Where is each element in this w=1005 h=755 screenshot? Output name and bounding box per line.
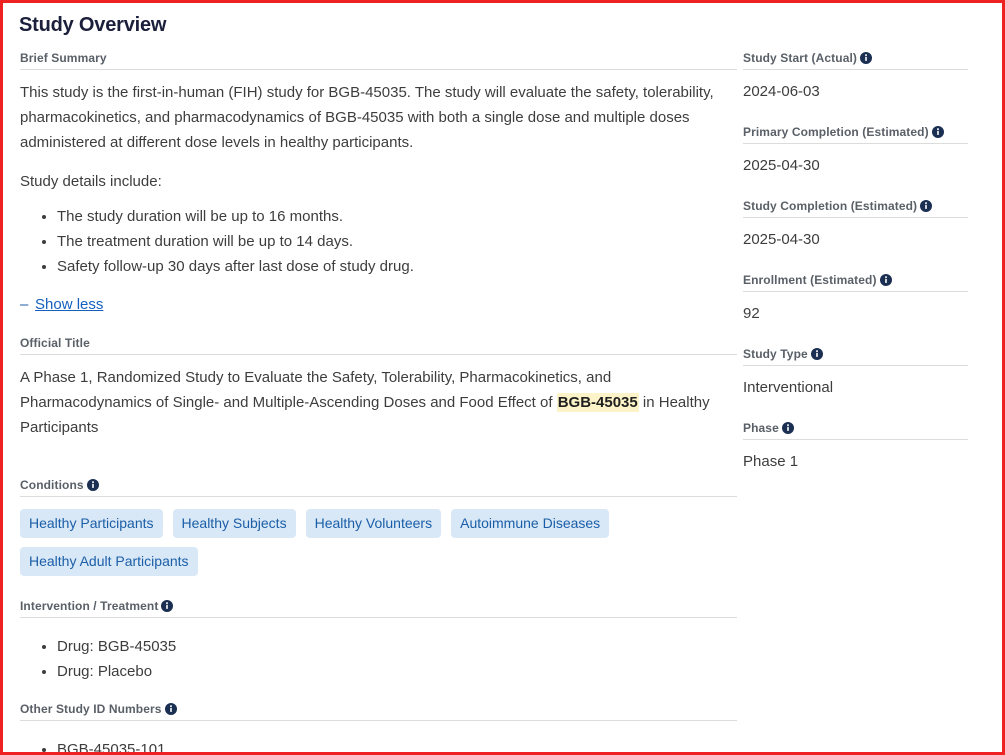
main-details-column: Brief Summary This study is the first-in… <box>3 51 740 752</box>
section-intervention-treatment: Intervention / Treatment Drug: BGB-45035… <box>20 599 740 684</box>
section-conditions: Conditions Healthy Participants Healthy … <box>20 478 740 576</box>
other-study-ids-label: Other Study ID Numbers <box>20 702 737 721</box>
info-icon[interactable] <box>931 126 944 138</box>
info-icon[interactable] <box>161 600 174 612</box>
brief-summary-bullet-list: The study duration will be up to 16 mont… <box>20 204 740 279</box>
fact-value: 2025-04-30 <box>743 231 820 248</box>
condition-tag[interactable]: Autoimmune Diseases <box>451 509 610 538</box>
list-item: Drug: Placebo <box>57 659 740 684</box>
brief-summary-paragraph-2: Study details include: <box>20 173 162 190</box>
info-icon[interactable] <box>920 200 933 212</box>
info-icon[interactable] <box>810 348 823 360</box>
condition-tag[interactable]: Healthy Volunteers <box>305 509 442 538</box>
fact-label: Primary Completion (Estimated) <box>743 125 968 144</box>
list-item: The treatment duration will be up to 14 … <box>57 229 740 254</box>
list-item: The study duration will be up to 16 mont… <box>57 204 740 229</box>
content-columns: Brief Summary This study is the first-in… <box>3 51 1002 752</box>
fact-value: Interventional <box>743 379 834 396</box>
show-less-toggle[interactable]: – Show less <box>20 296 740 313</box>
brief-summary-paragraph-1: This study is the first-in-human (FIH) s… <box>20 84 714 151</box>
fact-primary-completion: Primary Completion (Estimated) 2025-04-3… <box>743 125 981 199</box>
intervention-list: Drug: BGB-45035 Drug: Placebo <box>20 634 740 684</box>
fact-value: 2025-04-30 <box>743 157 820 174</box>
fact-enrollment: Enrollment (Estimated) 92 <box>743 273 981 347</box>
info-icon[interactable] <box>86 479 99 491</box>
fact-label: Study Type <box>743 347 968 366</box>
fact-study-completion: Study Completion (Estimated) 2025-04-30 <box>743 199 981 273</box>
study-facts-column: Study Start (Actual) 2024-06-03 Primary … <box>740 51 995 495</box>
fact-label: Study Start (Actual) <box>743 51 968 70</box>
section-brief-summary: Brief Summary This study is the first-in… <box>20 51 740 313</box>
info-icon[interactable] <box>879 274 892 286</box>
highlighted-drug-code: BGB-45035 <box>556 393 639 412</box>
brief-summary-label: Brief Summary <box>20 51 737 70</box>
fact-study-type: Study Type Interventional <box>743 347 981 421</box>
list-item: BGB-45035-101 <box>57 737 740 752</box>
page-title: Study Overview <box>19 14 167 36</box>
list-item: Safety follow-up 30 days after last dose… <box>57 254 740 279</box>
condition-tag[interactable]: Healthy Adult Participants <box>20 547 198 576</box>
section-other-study-ids: Other Study ID Numbers BGB-45035-101 <box>20 702 740 752</box>
official-title-prefix: A Phase 1, Randomized Study to Evaluate … <box>20 369 612 411</box>
show-less-link[interactable]: Show less <box>35 296 103 313</box>
condition-tag[interactable]: Healthy Participants <box>20 509 163 538</box>
info-icon[interactable] <box>781 422 794 434</box>
fact-value: 2024-06-03 <box>743 83 820 100</box>
other-study-ids-list: BGB-45035-101 <box>20 737 740 752</box>
study-overview-card: Study Overview Brief Summary This study … <box>0 0 1005 755</box>
fact-value: Phase 1 <box>743 453 799 470</box>
minus-icon: – <box>20 296 29 313</box>
fact-study-start: Study Start (Actual) 2024-06-03 <box>743 51 981 125</box>
official-title-text: A Phase 1, Randomized Study to Evaluate … <box>20 365 740 440</box>
fact-phase: Phase Phase 1 <box>743 421 981 495</box>
list-item: Drug: BGB-45035 <box>57 634 740 659</box>
condition-tag[interactable]: Healthy Subjects <box>172 509 296 538</box>
fact-label: Enrollment (Estimated) <box>743 273 968 292</box>
info-icon[interactable] <box>164 703 177 715</box>
conditions-label: Conditions <box>20 478 737 497</box>
fact-label: Phase <box>743 421 968 440</box>
fact-label: Study Completion (Estimated) <box>743 199 968 218</box>
info-icon[interactable] <box>860 52 873 64</box>
conditions-tag-list: Healthy Participants Healthy Subjects He… <box>20 509 740 576</box>
intervention-label: Intervention / Treatment <box>20 599 737 618</box>
section-official-title: Official Title A Phase 1, Randomized Stu… <box>20 336 740 440</box>
fact-value: 92 <box>743 305 760 322</box>
official-title-label: Official Title <box>20 336 737 355</box>
